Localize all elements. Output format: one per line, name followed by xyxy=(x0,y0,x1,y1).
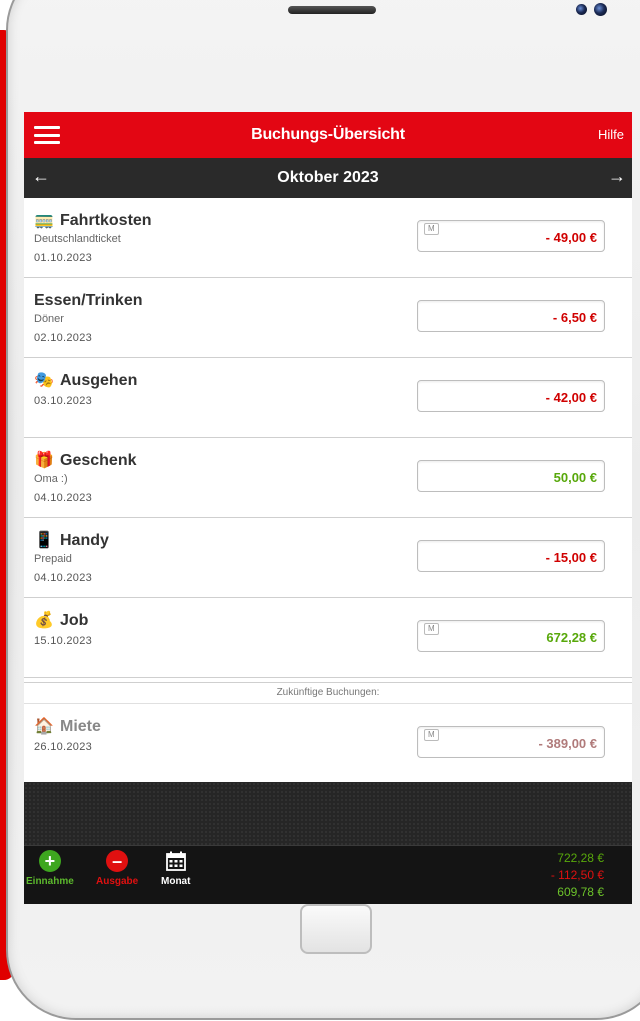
house-icon: 🏠 xyxy=(34,718,54,735)
booking-category-label: Essen/Trinken xyxy=(34,292,143,309)
booking-note: Oma :) xyxy=(34,473,68,485)
add-income-button[interactable]: + Einnahme xyxy=(26,850,74,887)
monthly-tag-icon: M xyxy=(424,223,439,235)
amount-field[interactable]: M - 389,00 € xyxy=(417,726,605,758)
booking-note: Deutschlandticket xyxy=(34,233,121,245)
camera-lens-icon xyxy=(576,4,587,15)
booking-category-label: Handy xyxy=(60,532,109,549)
booking-date: 04.10.2023 xyxy=(34,492,93,504)
booking-row[interactable]: 🎭 Ausgehen 03.10.2023 - 42,00 € xyxy=(24,358,632,438)
booking-row[interactable]: 🎁 Geschenk Oma :) 04.10.2023 50,00 € xyxy=(24,438,632,518)
booking-row[interactable]: 📱 Handy Prepaid 04.10.2023 - 15,00 € xyxy=(24,518,632,598)
total-income: 722,28 € xyxy=(557,851,604,865)
theater-masks-icon: 🎭 xyxy=(34,372,54,389)
booking-category-label: Miete xyxy=(60,718,101,735)
amount-field[interactable]: - 42,00 € xyxy=(417,380,605,412)
booking-category-label: Ausgehen xyxy=(60,372,138,389)
booking-note: Döner xyxy=(34,313,64,325)
total-expense: - 112,50 € xyxy=(550,868,604,882)
arrow-right-icon[interactable]: → xyxy=(608,166,626,187)
balance: 609,78 € xyxy=(557,885,604,899)
monthly-tag-icon: M xyxy=(424,623,439,635)
page-title: Buchungs-Übersicht xyxy=(251,126,405,143)
amount-field[interactable]: - 6,50 € xyxy=(417,300,605,332)
expense-label: Ausgabe xyxy=(96,876,139,887)
booking-row[interactable]: 💰 Job 15.10.2023 M 672,28 € xyxy=(24,598,632,678)
booking-note: Prepaid xyxy=(34,553,72,565)
amount-value: - 15,00 € xyxy=(545,550,597,565)
future-bookings-header: Zukünftige Buchungen: xyxy=(24,682,632,704)
money-bag-icon: 💰 xyxy=(34,612,54,629)
booking-category: Essen/Trinken xyxy=(34,292,143,310)
amount-value: - 42,00 € xyxy=(545,390,597,405)
booking-list: 🚃 Fahrtkosten Deutschlandticket 01.10.2023 M… xyxy=(24,198,632,784)
amount-field[interactable]: 50,00 € xyxy=(417,460,605,492)
booking-category: 📱 Handy xyxy=(34,532,109,550)
monthly-tag-icon: M xyxy=(424,729,439,741)
booking-category-label: Geschenk xyxy=(60,452,137,469)
booking-date: 04.10.2023 xyxy=(34,572,93,584)
hamburger-menu-icon[interactable] xyxy=(34,126,60,144)
help-link[interactable]: Hilfe xyxy=(598,127,624,142)
amount-value: - 49,00 € xyxy=(545,230,597,245)
amount-field[interactable]: - 15,00 € xyxy=(417,540,605,572)
mobile-phone-icon: 📱 xyxy=(34,532,54,549)
booking-date: 26.10.2023 xyxy=(34,741,93,753)
income-label: Einnahme xyxy=(26,876,74,887)
future-booking-row[interactable]: 🏠 Miete 26.10.2023 M - 389,00 € xyxy=(24,704,632,784)
amount-value: - 6,50 € xyxy=(552,310,597,325)
train-icon: 🚃 xyxy=(34,212,54,229)
booking-row[interactable]: Essen/Trinken Döner 02.10.2023 - 6,50 € xyxy=(24,278,632,358)
current-month: Oktober 2023 xyxy=(277,169,379,186)
booking-category: 🏠 Miete xyxy=(34,718,101,736)
amount-value: 672,28 € xyxy=(546,630,597,645)
booking-category: 🎁 Geschenk xyxy=(34,452,136,470)
totals: 722,28 € - 112,50 € 609,78 € xyxy=(551,850,604,901)
booking-row[interactable]: 🚃 Fahrtkosten Deutschlandticket 01.10.2023 M… xyxy=(24,198,632,278)
minus-icon: – xyxy=(106,850,129,872)
app-screen: Buchungs-Übersicht Hilfe ← Oktober 2023 … xyxy=(24,112,632,904)
home-button[interactable] xyxy=(300,904,372,954)
calendar-icon xyxy=(165,851,186,871)
arrow-left-icon[interactable]: ← xyxy=(32,166,50,187)
top-bar: Buchungs-Übersicht Hilfe xyxy=(24,112,632,158)
amount-value: 50,00 € xyxy=(553,470,597,485)
amount-field[interactable]: M - 49,00 € xyxy=(417,220,605,252)
amount-field[interactable]: M 672,28 € xyxy=(417,620,605,652)
speaker-slot xyxy=(288,6,376,14)
booking-date: 02.10.2023 xyxy=(34,332,93,344)
month-view-button[interactable]: Monat xyxy=(161,850,190,887)
month-navigation: ← Oktober 2023 → xyxy=(24,158,632,198)
camera-lens-icon xyxy=(594,3,607,16)
booking-category: 🎭 Ausgehen xyxy=(34,372,137,390)
booking-date: 03.10.2023 xyxy=(34,395,93,407)
amount-value: - 389,00 € xyxy=(538,736,597,751)
booking-date: 15.10.2023 xyxy=(34,635,93,647)
add-expense-button[interactable]: – Ausgabe xyxy=(96,850,138,887)
gift-icon: 🎁 xyxy=(34,452,54,469)
booking-category: 🚃 Fahrtkosten xyxy=(34,212,152,230)
booking-date: 01.10.2023 xyxy=(34,252,93,264)
footer-bar: + Einnahme – Ausgabe Monat 722,28 € - 11… xyxy=(24,845,632,904)
booking-category: 💰 Job xyxy=(34,612,88,630)
month-label: Monat xyxy=(161,876,191,887)
booking-category-label: Fahrtkosten xyxy=(60,212,152,229)
plus-icon: + xyxy=(38,850,61,872)
booking-category-label: Job xyxy=(60,612,89,629)
